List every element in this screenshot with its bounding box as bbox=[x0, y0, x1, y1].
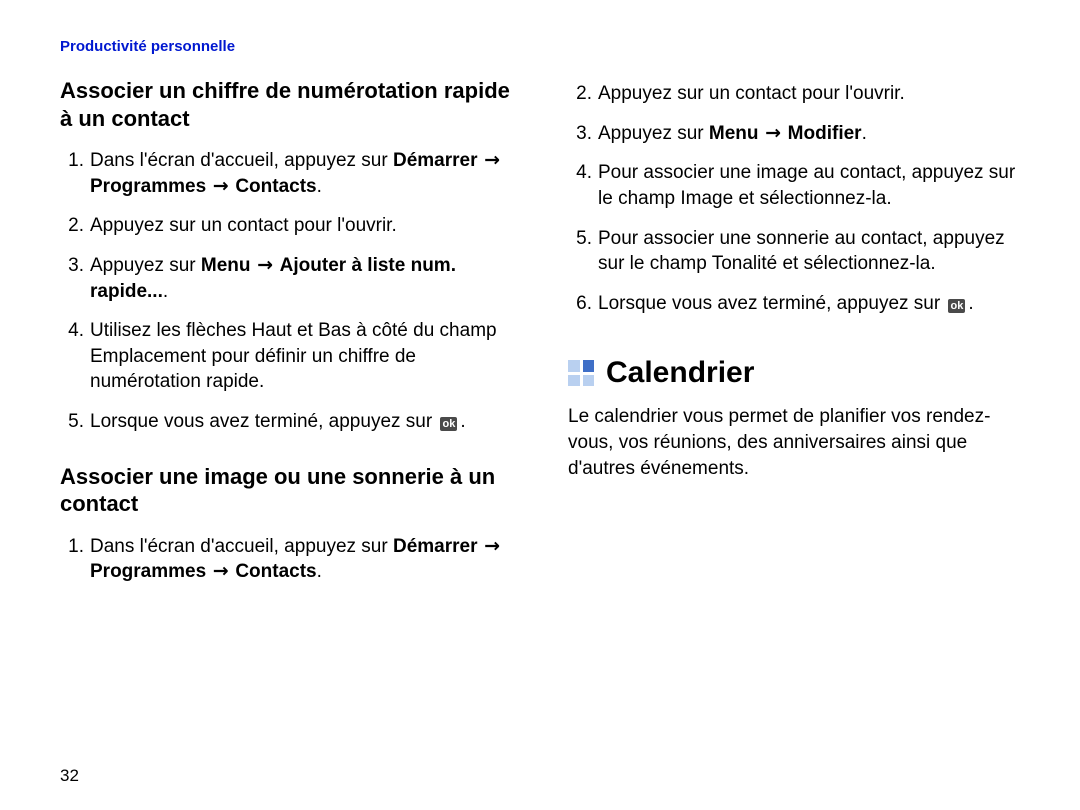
step-number: 4. bbox=[60, 318, 84, 395]
menu-path: Menu bbox=[709, 123, 759, 144]
step-text: . bbox=[317, 561, 322, 582]
step-number: 3. bbox=[60, 253, 84, 304]
step-text: Dans l'écran d'accueil, appuyez sur bbox=[90, 150, 393, 171]
step-number: 5. bbox=[568, 226, 592, 277]
arrow-icon: → bbox=[206, 560, 235, 582]
step-item: 6. Lorsque vous avez terminé, appuyez su… bbox=[568, 291, 1028, 317]
step-number: 1. bbox=[60, 534, 84, 585]
step-item: 4. Utilisez les flèches Haut et Bas à cô… bbox=[60, 318, 520, 395]
step-number: 3. bbox=[568, 121, 592, 147]
ok-icon: ok bbox=[440, 417, 457, 431]
step-text: Lorsque vous avez terminé, appuyez sur bbox=[598, 293, 945, 314]
step-text: . bbox=[317, 176, 322, 197]
step-item: 5. Lorsque vous avez terminé, appuyez su… bbox=[60, 409, 520, 435]
step-text: Appuyez sur bbox=[90, 255, 201, 276]
step-number: 4. bbox=[568, 160, 592, 211]
step-item: 1. Dans l'écran d'accueil, appuyez sur D… bbox=[60, 534, 520, 585]
step-item: 2. Appuyez sur un contact pour l'ouvrir. bbox=[568, 81, 1028, 107]
manual-page: Productivité personnelle Associer un chi… bbox=[0, 0, 1080, 810]
menu-path: Contacts bbox=[235, 561, 316, 582]
step-number: 2. bbox=[568, 81, 592, 107]
section-intro: Le calendrier vous permet de planifier v… bbox=[568, 404, 1028, 481]
step-text: . bbox=[968, 293, 973, 314]
arrow-icon: → bbox=[206, 175, 235, 197]
step-number: 5. bbox=[60, 409, 84, 435]
section-title-text: Calendrier bbox=[606, 356, 754, 390]
step-number: 6. bbox=[568, 291, 592, 317]
step-number: 2. bbox=[60, 213, 84, 239]
step-item: 2. Appuyez sur un contact pour l'ouvrir. bbox=[60, 213, 520, 239]
step-text: Lorsque vous avez terminé, appuyez sur bbox=[90, 411, 437, 432]
step-text: . bbox=[163, 281, 168, 302]
menu-path: Démarrer bbox=[393, 150, 478, 171]
menu-path: Programmes bbox=[90, 176, 206, 197]
section-heading-calendar: Calendrier bbox=[568, 356, 1028, 390]
column-left: Associer un chiffre de numérotation rapi… bbox=[60, 77, 520, 613]
heading-image-ringtone: Associer une image ou une sonnerie à un … bbox=[60, 463, 520, 518]
running-head: Productivité personnelle bbox=[60, 38, 1030, 55]
step-text: Utilisez les flèches Haut et Bas à côté … bbox=[90, 318, 520, 395]
steps-image-ringtone: 1. Dans l'écran d'accueil, appuyez sur D… bbox=[60, 534, 520, 585]
step-item: 3. Appuyez sur Menu → Modifier. bbox=[568, 121, 1028, 147]
step-text: . bbox=[862, 123, 867, 144]
step-item: 3. Appuyez sur Menu → Ajouter à liste nu… bbox=[60, 253, 520, 304]
step-text: . bbox=[460, 411, 465, 432]
steps-speed-dial: 1. Dans l'écran d'accueil, appuyez sur D… bbox=[60, 148, 520, 435]
step-item: 5. Pour associer une sonnerie au contact… bbox=[568, 226, 1028, 277]
column-right: 2. Appuyez sur un contact pour l'ouvrir.… bbox=[568, 77, 1028, 613]
menu-path: Programmes bbox=[90, 561, 206, 582]
heading-speed-dial: Associer un chiffre de numérotation rapi… bbox=[60, 77, 520, 132]
step-text: Pour associer une image au contact, appu… bbox=[598, 160, 1028, 211]
menu-path: Menu bbox=[201, 255, 251, 276]
menu-path: Contacts bbox=[235, 176, 316, 197]
menu-path: Démarrer bbox=[393, 536, 478, 557]
arrow-icon: → bbox=[251, 254, 280, 276]
grid-icon bbox=[568, 360, 594, 386]
step-text: Appuyez sur un contact pour l'ouvrir. bbox=[90, 213, 397, 239]
arrow-icon: → bbox=[759, 122, 788, 144]
page-number: 32 bbox=[60, 766, 79, 786]
step-text: Appuyez sur bbox=[598, 123, 709, 144]
step-item: 4. Pour associer une image au contact, a… bbox=[568, 160, 1028, 211]
arrow-icon: → bbox=[477, 535, 500, 557]
steps-image-ringtone-cont: 2. Appuyez sur un contact pour l'ouvrir.… bbox=[568, 81, 1028, 316]
ok-icon: ok bbox=[948, 299, 965, 313]
two-columns: Associer un chiffre de numérotation rapi… bbox=[60, 77, 1030, 613]
step-text: Appuyez sur un contact pour l'ouvrir. bbox=[598, 81, 905, 107]
arrow-icon: → bbox=[477, 149, 500, 171]
step-number: 1. bbox=[60, 148, 84, 199]
step-text: Pour associer une sonnerie au contact, a… bbox=[598, 226, 1028, 277]
menu-path: Modifier bbox=[788, 123, 862, 144]
step-text: Dans l'écran d'accueil, appuyez sur bbox=[90, 536, 393, 557]
step-item: 1. Dans l'écran d'accueil, appuyez sur D… bbox=[60, 148, 520, 199]
